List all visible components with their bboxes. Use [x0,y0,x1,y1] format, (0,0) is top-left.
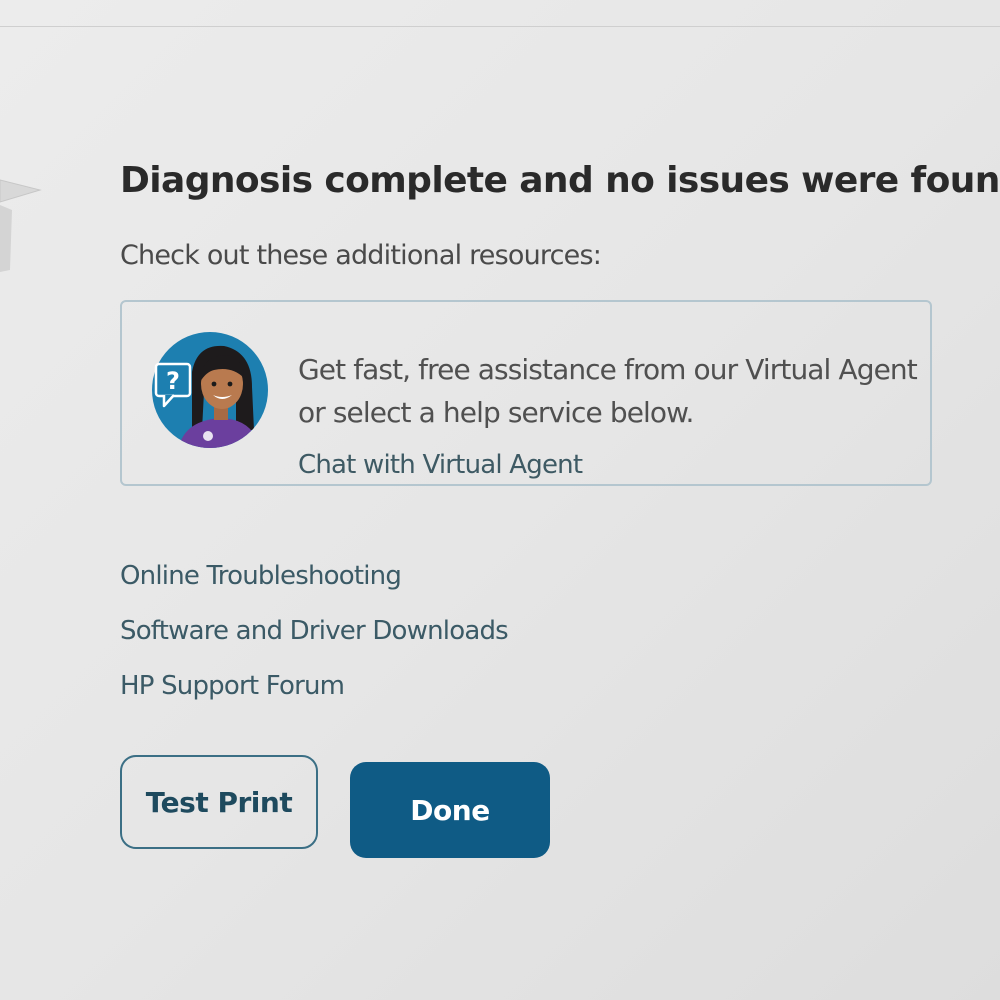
virtual-agent-line-1: Get fast, free assistance from our Virtu… [298,353,918,386]
virtual-agent-card: ? Get fast, free assistance from our Vir… [120,300,932,486]
svg-text:?: ? [166,367,180,395]
hp-support-forum-link[interactable]: HP Support Forum [120,666,508,721]
resource-links: Online Troubleshooting Software and Driv… [120,556,509,721]
virtual-agent-avatar-icon: ? [152,332,268,448]
printer-illustration-icon [0,179,42,272]
top-divider [0,26,1000,27]
test-print-button[interactable]: Test Print [120,755,318,849]
online-troubleshooting-link[interactable]: Online Troubleshooting [120,556,508,611]
resources-subtitle: Check out these additional resources: [120,240,602,271]
chat-with-virtual-agent-link[interactable]: Chat with Virtual Agent [298,450,583,480]
virtual-agent-line-2: or select a help service below. [298,396,694,429]
done-button[interactable]: Done [350,762,550,858]
software-driver-downloads-link[interactable]: Software and Driver Downloads [120,611,509,666]
virtual-agent-description: Get fast, free assistance from our Virtu… [298,348,918,434]
page-title: Diagnosis complete and no issues were fo… [120,160,1000,201]
